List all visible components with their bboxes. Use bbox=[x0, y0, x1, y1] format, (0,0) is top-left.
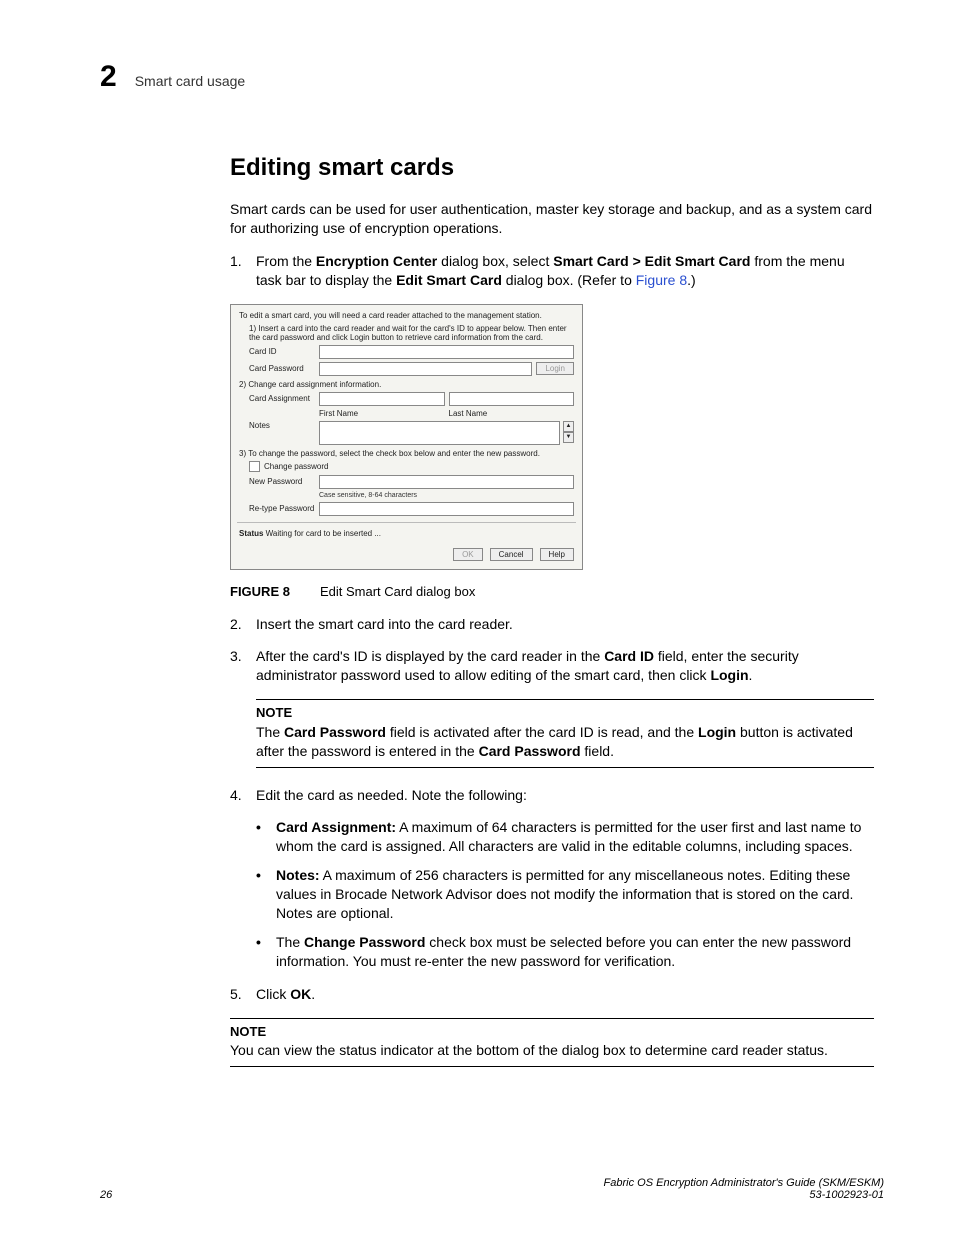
note-1: NOTE The Card Password field is activate… bbox=[256, 699, 874, 767]
list-item: • Card Assignment: A maximum of 64 chara… bbox=[256, 818, 874, 856]
change-password-label: Change password bbox=[264, 462, 328, 471]
edit-smart-card-dialog: To edit a smart card, you will need a ca… bbox=[230, 304, 583, 570]
doc-title: Fabric OS Encryption Administrator's Gui… bbox=[604, 1177, 884, 1189]
card-password-label: Card Password bbox=[249, 364, 319, 373]
step-number: 4. bbox=[230, 786, 256, 805]
dialog-step1: 1) Insert a card into the card reader an… bbox=[249, 324, 574, 342]
text-bold: Smart Card > Edit Smart Card bbox=[553, 253, 750, 269]
retype-password-label: Re-type Password bbox=[249, 504, 319, 513]
card-id-label: Card ID bbox=[249, 347, 319, 356]
login-button[interactable]: Login bbox=[536, 362, 574, 375]
list-item: • The Change Password check box must be … bbox=[256, 933, 874, 971]
step-2: 2. Insert the smart card into the card r… bbox=[230, 615, 874, 634]
text-bold: Card Password bbox=[284, 724, 386, 740]
last-name-hint: Last Name bbox=[449, 409, 575, 418]
text: The bbox=[276, 934, 304, 950]
new-password-input[interactable] bbox=[319, 475, 574, 489]
spin-up-icon[interactable]: ▲ bbox=[563, 421, 574, 432]
text-bold: OK bbox=[290, 986, 311, 1002]
text-bold: Card ID bbox=[604, 648, 654, 664]
new-password-label: New Password bbox=[249, 477, 319, 486]
password-hint: Case sensitive, 8-64 characters bbox=[319, 492, 574, 499]
notes-label: Notes bbox=[249, 421, 319, 430]
card-password-input[interactable] bbox=[319, 362, 532, 376]
dialog-step2: 2) Change card assignment information. bbox=[239, 380, 574, 389]
step-4: 4. Edit the card as needed. Note the fol… bbox=[230, 786, 874, 805]
text-bold: Edit Smart Card bbox=[396, 272, 502, 288]
figure-link[interactable]: Figure 8 bbox=[636, 272, 687, 288]
bullet-list: • Card Assignment: A maximum of 64 chara… bbox=[256, 818, 874, 970]
status-label: Status bbox=[239, 529, 263, 538]
bullet-icon: • bbox=[256, 866, 276, 923]
page-footer: 26 Fabric OS Encryption Administrator's … bbox=[100, 1177, 884, 1201]
status-text: Waiting for card to be inserted ... bbox=[263, 529, 381, 538]
step-3: 3. After the card's ID is displayed by t… bbox=[230, 647, 874, 685]
step-text: Insert the smart card into the card read… bbox=[256, 615, 874, 634]
notes-input[interactable] bbox=[319, 421, 560, 445]
spin-down-icon[interactable]: ▼ bbox=[563, 432, 574, 443]
note-head: NOTE bbox=[256, 704, 874, 722]
change-password-checkbox[interactable] bbox=[249, 461, 260, 472]
text-bold: Notes: bbox=[276, 867, 320, 883]
figure-caption: FIGURE 8 Edit Smart Card dialog box bbox=[230, 584, 874, 599]
text: dialog box, select bbox=[437, 253, 553, 269]
text: field is activated after the card ID is … bbox=[386, 724, 698, 740]
help-button[interactable]: Help bbox=[540, 548, 574, 561]
text-bold: Card Password bbox=[479, 743, 581, 759]
bullet-icon: • bbox=[256, 933, 276, 971]
dialog-step3: 3) To change the password, select the ch… bbox=[239, 449, 574, 458]
bullet-icon: • bbox=[256, 818, 276, 856]
text: . bbox=[311, 986, 315, 1002]
card-id-input[interactable] bbox=[319, 345, 574, 359]
step-number: 3. bbox=[230, 647, 256, 685]
first-name-hint: First Name bbox=[319, 409, 445, 418]
text: dialog box. (Refer to bbox=[502, 272, 636, 288]
note-2: NOTE You can view the status indicator a… bbox=[230, 1018, 874, 1067]
list-item: • Notes: A maximum of 256 characters is … bbox=[256, 866, 874, 923]
text: . bbox=[749, 667, 753, 683]
text: field. bbox=[581, 743, 614, 759]
last-name-input[interactable] bbox=[449, 392, 575, 406]
chapter-number: 2 bbox=[100, 60, 117, 94]
text-bold: Login bbox=[698, 724, 736, 740]
card-assignment-label: Card Assignment bbox=[249, 394, 319, 403]
step-1: 1. From the Encryption Center dialog box… bbox=[230, 252, 874, 290]
step-text: Edit the card as needed. Note the follow… bbox=[256, 786, 874, 805]
running-header: Smart card usage bbox=[135, 73, 246, 89]
figure-label: FIGURE 8 bbox=[230, 584, 290, 599]
step-number: 5. bbox=[230, 985, 256, 1004]
first-name-input[interactable] bbox=[319, 392, 445, 406]
text: From the bbox=[256, 253, 316, 269]
step-number: 1. bbox=[230, 252, 256, 290]
text-bold: Card Assignment: bbox=[276, 819, 396, 835]
figure-caption-text: Edit Smart Card dialog box bbox=[320, 584, 475, 599]
text: .) bbox=[687, 272, 696, 288]
cancel-button[interactable]: Cancel bbox=[490, 548, 533, 561]
text: The bbox=[256, 724, 284, 740]
text: Click bbox=[256, 986, 290, 1002]
note-head: NOTE bbox=[230, 1023, 874, 1041]
step-number: 2. bbox=[230, 615, 256, 634]
retype-password-input[interactable] bbox=[319, 502, 574, 516]
status-line: Status Waiting for card to be inserted .… bbox=[239, 529, 574, 538]
section-heading: Editing smart cards bbox=[230, 154, 874, 182]
intro-paragraph: Smart cards can be used for user authent… bbox=[230, 200, 874, 238]
text: After the card's ID is displayed by the … bbox=[256, 648, 604, 664]
doc-number: 53-1002923-01 bbox=[809, 1189, 884, 1201]
step-5: 5. Click OK. bbox=[230, 985, 874, 1004]
dialog-instruction: To edit a smart card, you will need a ca… bbox=[239, 311, 574, 320]
page-number: 26 bbox=[100, 1189, 112, 1201]
text-bold: Change Password bbox=[304, 934, 425, 950]
text-bold: Encryption Center bbox=[316, 253, 437, 269]
note-text: You can view the status indicator at the… bbox=[230, 1042, 828, 1058]
ok-button[interactable]: OK bbox=[453, 548, 483, 561]
text-bold: Login bbox=[710, 667, 748, 683]
text: A maximum of 256 characters is permitted… bbox=[276, 867, 853, 921]
